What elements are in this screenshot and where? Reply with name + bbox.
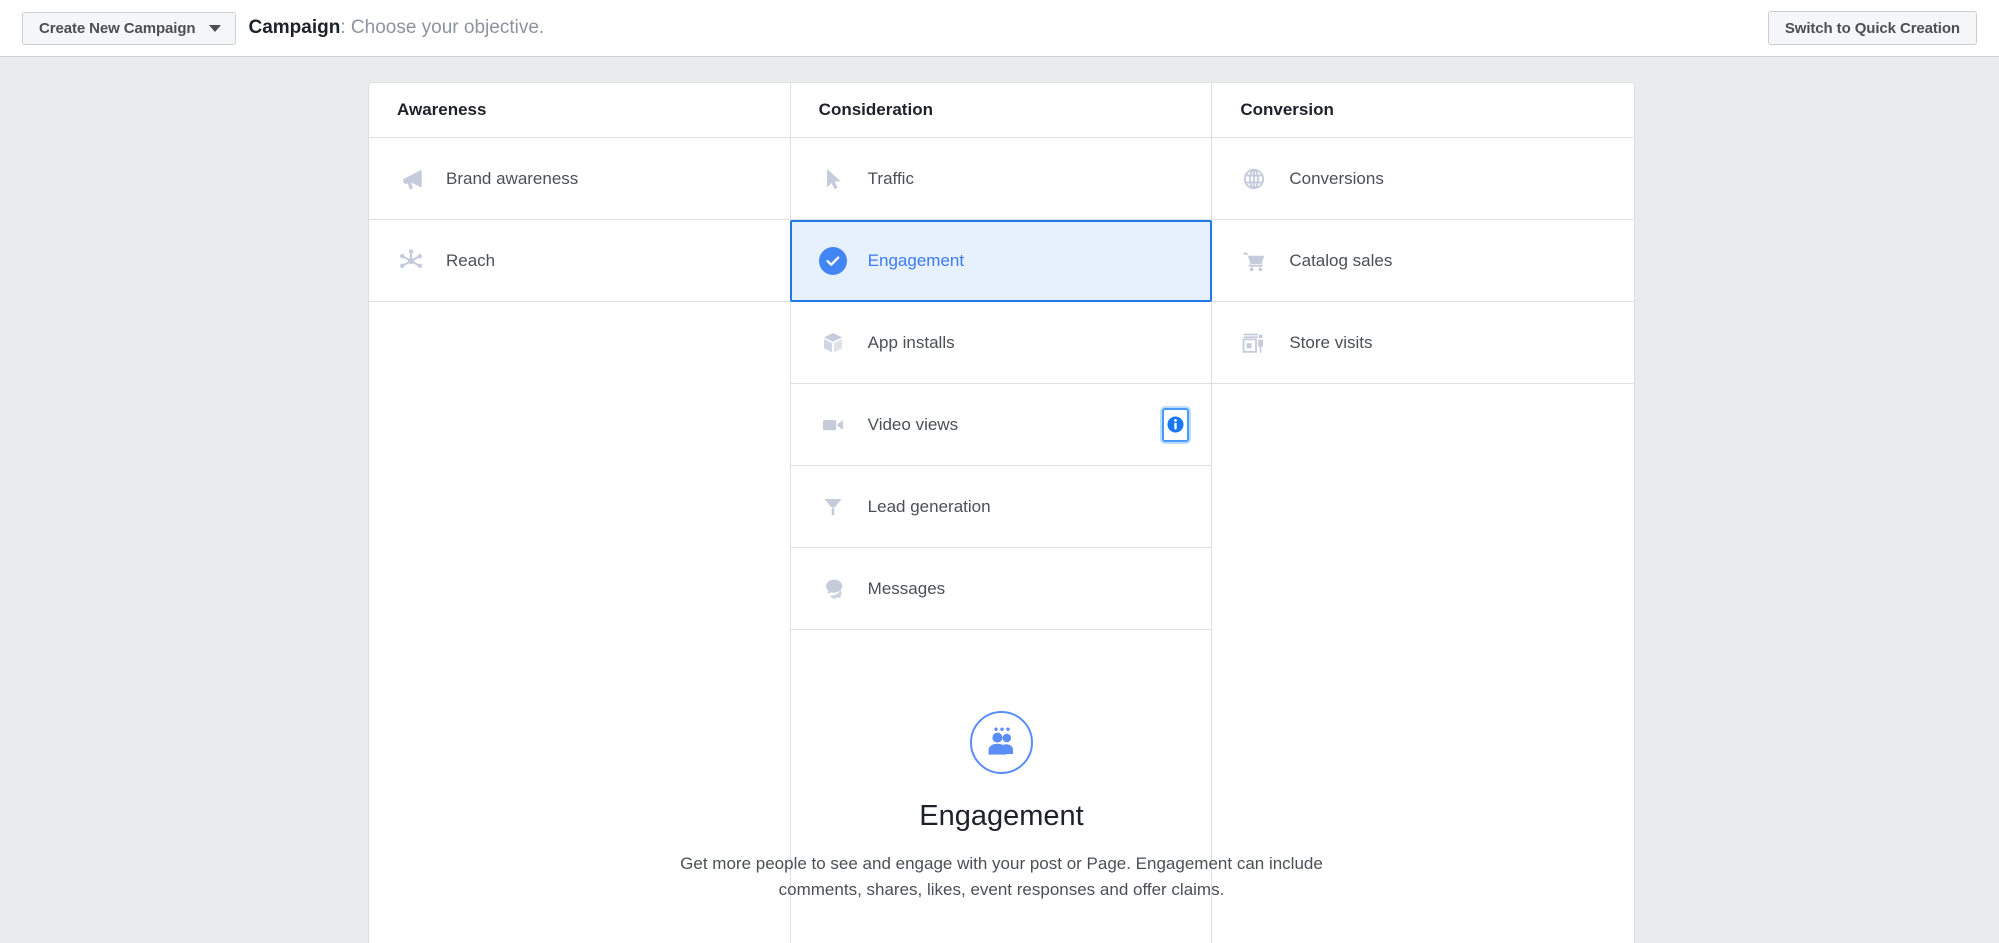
- objective-column-consideration: Consideration Traffic Engagement App insta…: [791, 83, 1213, 943]
- objective-label: Store visits: [1289, 333, 1372, 353]
- objective-label: Reach: [446, 251, 495, 271]
- globe-icon: [1240, 165, 1268, 193]
- objective-columns: Awareness Brand awareness Reach Considerat…: [369, 83, 1634, 943]
- column-header-consideration: Consideration: [791, 83, 1212, 138]
- objective-label: App installs: [868, 333, 955, 353]
- objective-row-catalog-sales[interactable]: Catalog sales: [1212, 220, 1634, 302]
- column-header-awareness: Awareness: [369, 83, 790, 138]
- objective-label: Catalog sales: [1289, 251, 1392, 271]
- objective-label: Messages: [868, 579, 945, 599]
- info-icon: [1167, 416, 1184, 433]
- objective-label: Engagement: [868, 251, 964, 271]
- objective-label: Conversions: [1289, 169, 1384, 189]
- breadcrumb: Campaign: Choose your objective.: [248, 17, 544, 39]
- objective-row-traffic[interactable]: Traffic: [791, 138, 1212, 220]
- objective-column-conversion: Conversion Conversions Catalog sales Sto…: [1212, 83, 1634, 943]
- switch-to-quick-creation-label: Switch to Quick Creation: [1785, 20, 1960, 37]
- objective-row-app-installs[interactable]: App installs: [791, 302, 1212, 384]
- funnel-icon: [819, 493, 847, 521]
- shopping-cart-icon: [1240, 247, 1268, 275]
- breadcrumb-instruction: Choose your objective.: [351, 17, 544, 38]
- objective-chooser-card: Awareness Brand awareness Reach Considerat…: [368, 82, 1635, 943]
- objective-row-engagement[interactable]: Engagement: [790, 220, 1213, 302]
- objective-row-brand-awareness[interactable]: Brand awareness: [369, 138, 790, 220]
- cube-box-icon: [819, 329, 847, 357]
- switch-to-quick-creation-button[interactable]: Switch to Quick Creation: [1768, 11, 1977, 45]
- objective-row-reach[interactable]: Reach: [369, 220, 790, 302]
- column-header-conversion: Conversion: [1212, 83, 1634, 138]
- objective-info-button[interactable]: [1162, 408, 1189, 442]
- cursor-arrow-icon: [819, 165, 847, 193]
- create-new-campaign-button[interactable]: Create New Campaign: [22, 12, 236, 45]
- reach-network-icon: [397, 247, 425, 275]
- chevron-down-icon: [209, 25, 221, 32]
- megaphone-icon: [397, 165, 425, 193]
- objective-label: Lead generation: [868, 497, 991, 517]
- objective-row-messages[interactable]: Messages: [791, 548, 1212, 630]
- chat-bubbles-icon: [819, 575, 847, 603]
- objective-label: Video views: [868, 415, 958, 435]
- objective-row-store-visits[interactable]: Store visits: [1212, 302, 1634, 384]
- objective-row-conversions[interactable]: Conversions: [1212, 138, 1634, 220]
- storefront-icon: [1240, 329, 1268, 357]
- breadcrumb-label: Campaign: [248, 17, 340, 38]
- objective-label: Traffic: [868, 169, 914, 189]
- objective-row-video-views[interactable]: Video views: [791, 384, 1212, 466]
- objective-column-awareness: Awareness Brand awareness Reach: [369, 83, 791, 943]
- video-camera-icon: [819, 411, 847, 439]
- breadcrumb-separator: :: [340, 17, 351, 38]
- objective-label: Brand awareness: [446, 169, 578, 189]
- check-circle-icon: [819, 247, 847, 275]
- objective-row-lead-generation[interactable]: Lead generation: [791, 466, 1212, 548]
- create-new-campaign-label: Create New Campaign: [39, 20, 195, 37]
- top-toolbar: Create New Campaign Campaign: Choose you…: [0, 0, 1999, 57]
